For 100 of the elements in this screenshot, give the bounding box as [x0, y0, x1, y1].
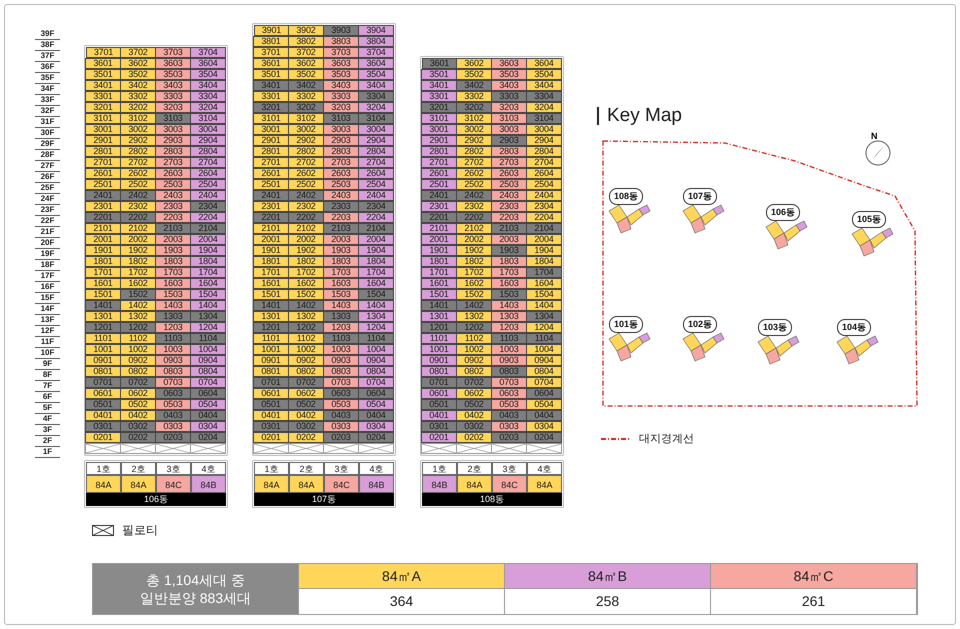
unit-cell: 1404: [358, 300, 394, 311]
unit-cell: 0801: [253, 366, 289, 377]
unit-cell: 1104: [358, 333, 394, 344]
unit-cell: 1202: [288, 322, 324, 333]
unit-cell: 0302: [288, 421, 324, 432]
unit-cell: 2203: [323, 212, 359, 223]
unit-cell: 0503: [155, 399, 191, 410]
unit-cell: 1401: [421, 300, 457, 311]
unit-cell: 2201: [85, 212, 121, 223]
floor-label: 21F: [35, 227, 60, 238]
unit-cell: 1004: [358, 344, 394, 355]
floor-label: 12F: [35, 326, 60, 337]
unit-cell: 2904: [190, 135, 226, 146]
unit-cell: 1103: [491, 333, 527, 344]
unit-cell: 2701: [421, 157, 457, 168]
unit-label: 1호: [254, 462, 289, 475]
unit-cell: 3502: [288, 69, 324, 80]
unit-cell: 2704: [358, 157, 394, 168]
unit-cell: 0401: [421, 410, 457, 421]
unit-cell: 1802: [288, 256, 324, 267]
building-label[interactable]: 103동: [758, 319, 792, 336]
unit-cell: 2803: [323, 146, 359, 157]
unit-cell: 0802: [456, 366, 492, 377]
unit-cell: 2502: [456, 179, 492, 190]
unit-cell: 0501: [85, 399, 121, 410]
building-label[interactable]: 108동: [609, 188, 644, 205]
unit-cell: 0202: [288, 432, 324, 443]
unit-cell: 0704: [358, 377, 394, 388]
type-header: 84㎡C: [711, 564, 917, 589]
unit-cell: 3001: [421, 124, 457, 135]
unit-cell: 0901: [421, 355, 457, 366]
unit-cell: 0701: [85, 377, 121, 388]
unit-cell: 1103: [155, 333, 191, 344]
unit-cell: 3502: [120, 69, 156, 80]
building-drawing: [756, 334, 800, 366]
unit-cell: 1301: [421, 311, 457, 322]
unit-cell: 3503: [323, 69, 359, 80]
pilotis-cell: [155, 443, 191, 454]
unit-cell: 1504: [526, 289, 562, 300]
unit-label: 1호: [86, 462, 121, 475]
building-label[interactable]: 101동: [609, 316, 644, 333]
unit-cell: 2004: [358, 234, 394, 245]
unit-cell: 3602: [288, 58, 324, 69]
unit-cell: 2401: [253, 190, 289, 201]
unit-cell: 2302: [288, 201, 324, 212]
unit-cell: 0901: [253, 355, 289, 366]
building-label[interactable]: 107동: [683, 188, 718, 205]
unit-cell: 2804: [358, 146, 394, 157]
unit-cell: 0502: [120, 399, 156, 410]
unit-cell: 0402: [456, 410, 492, 421]
unit-cell: 3004: [190, 124, 226, 135]
unit-cell: 3101: [421, 113, 457, 124]
floor-label: 17F: [35, 271, 60, 282]
unit-cell: 0603: [491, 388, 527, 399]
unit-cell: 3302: [456, 91, 492, 102]
building-label[interactable]: 106동: [766, 204, 800, 221]
building-label[interactable]: 105동: [852, 211, 886, 228]
unit-cell: 2201: [421, 212, 457, 223]
unit-cell: 2003: [155, 234, 191, 245]
unit-cell: 2903: [491, 135, 527, 146]
building-name-bar: 106동: [86, 493, 226, 506]
pilotis-cell: [288, 443, 324, 454]
unit-type-cell: 84A: [289, 475, 324, 493]
unit-cell: 3804: [358, 36, 394, 47]
unit-cell: 1303: [155, 311, 191, 322]
building-label[interactable]: 102동: [683, 316, 718, 333]
unit-cell: 0502: [288, 399, 324, 410]
unit-cell: 0701: [421, 377, 457, 388]
unit-cell: 1901: [85, 245, 121, 256]
floor-label: 27F: [35, 161, 60, 172]
unit-cell: 2803: [155, 146, 191, 157]
summary-text: 일반분양 883세대: [140, 589, 252, 607]
unit-cell: 3103: [491, 113, 527, 124]
unit-cell: 3603: [323, 58, 359, 69]
unit-cell: 1402: [288, 300, 324, 311]
floor-label: 9F: [35, 359, 60, 370]
unit-cell: 0303: [491, 421, 527, 432]
unit-cell: 1801: [253, 256, 289, 267]
unit-cell: 2203: [491, 212, 527, 223]
unit-cell: 3002: [456, 124, 492, 135]
unit-cell: 2504: [358, 179, 394, 190]
unit-cell: 1801: [85, 256, 121, 267]
unit-cell: 2801: [421, 146, 457, 157]
unit-cell: 0802: [120, 366, 156, 377]
pilotis-cell: [456, 443, 492, 454]
unit-cell: 1503: [323, 289, 359, 300]
floor-label: 5F: [35, 403, 60, 414]
unit-cell: 0404: [526, 410, 562, 421]
floor-label: 26F: [35, 172, 60, 183]
unit-cell: 0402: [120, 410, 156, 421]
unit-cell: 2501: [253, 179, 289, 190]
unit-cell: 1301: [253, 311, 289, 322]
unit-cell: 2204: [526, 212, 562, 223]
unit-cell: 1702: [456, 267, 492, 278]
building-label[interactable]: 104동: [837, 319, 872, 336]
unit-cell: 1002: [288, 344, 324, 355]
unit-cell: 2402: [456, 190, 492, 201]
unit-cell: 2604: [526, 168, 562, 179]
unit-cell: 1701: [85, 267, 121, 278]
unit-type-cell: 84C: [156, 475, 191, 493]
